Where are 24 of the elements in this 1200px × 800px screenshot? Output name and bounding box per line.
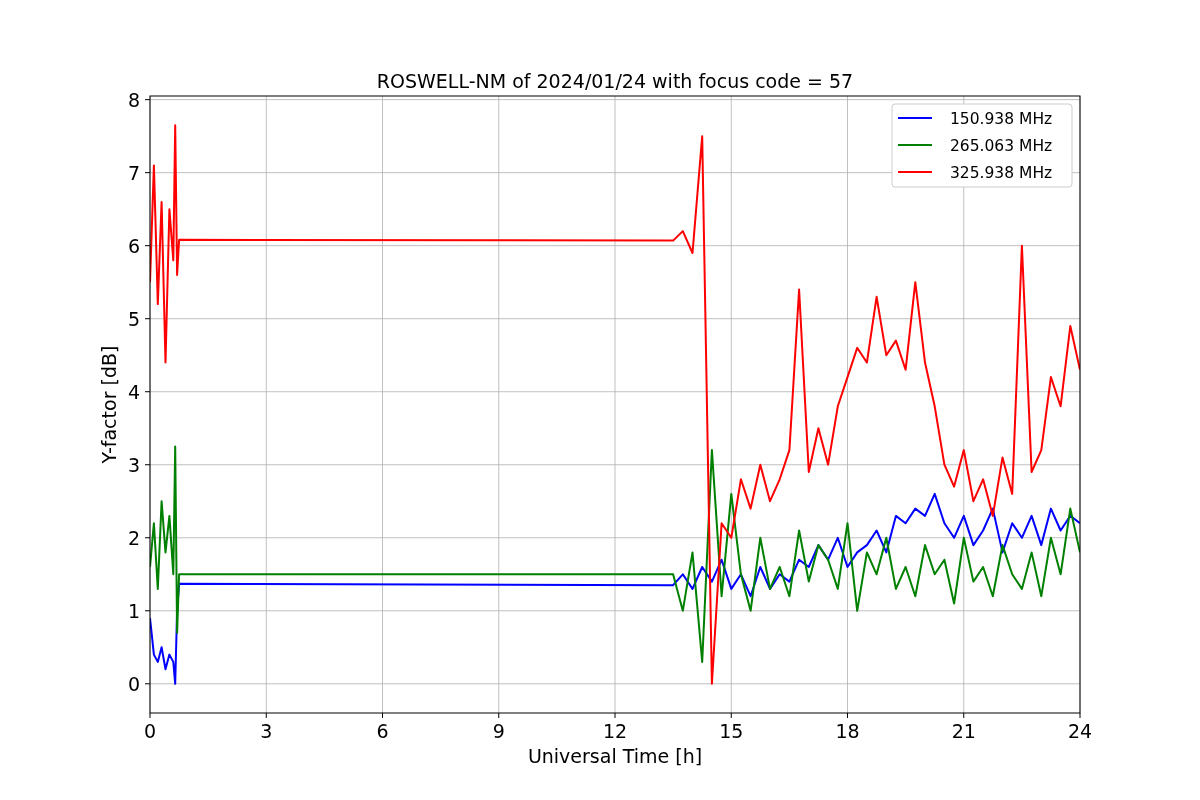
- y-tick-label: 3: [127, 453, 140, 476]
- x-tick-label: 18: [835, 720, 860, 742]
- y-tick-label: 7: [127, 161, 140, 184]
- y-tick-label: 0: [127, 672, 140, 695]
- x-tick-label: 15: [719, 720, 744, 742]
- y-tick-label: 1: [127, 599, 140, 622]
- y-axis-label: Y-factor [dB]: [98, 345, 120, 464]
- x-tick-label: 6: [376, 720, 389, 742]
- x-tick-label: 3: [260, 720, 273, 742]
- y-tick-label: 4: [127, 380, 140, 403]
- x-tick-label: 9: [492, 720, 505, 742]
- x-tick-label: 24: [1067, 720, 1093, 742]
- x-tick-label: 21: [951, 720, 976, 742]
- x-tick-label: 12: [602, 720, 628, 742]
- y-tick-label: 8: [127, 88, 140, 111]
- y-tick-label: 2: [127, 526, 140, 549]
- x-tick-label: 0: [143, 720, 157, 742]
- legend-label: 150.938 MHz: [950, 110, 1053, 128]
- legend-label: 325.938 MHz: [950, 164, 1053, 182]
- chart-title: ROSWELL-NM of 2024/01/24 with focus code = 57: [376, 70, 854, 92]
- y-tick-label: 5: [127, 307, 140, 330]
- y-tick-label: 6: [127, 234, 140, 257]
- legend-label: 265.063 MHz: [950, 137, 1053, 155]
- x-axis-label: Universal Time [h]: [527, 745, 703, 767]
